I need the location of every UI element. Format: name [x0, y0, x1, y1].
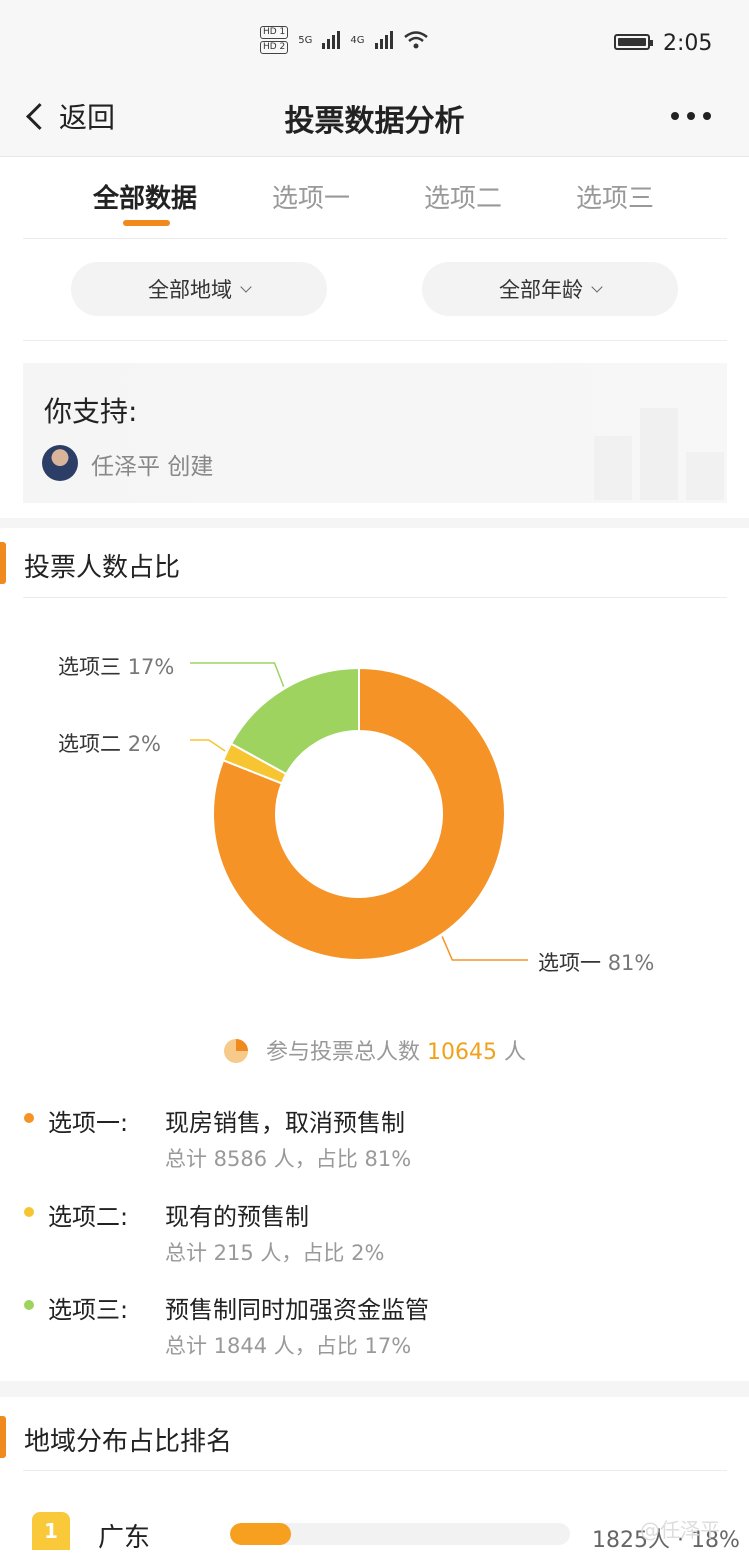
- poll-creator: 任泽平 创建: [91, 447, 213, 481]
- option-3-dot: [24, 1300, 34, 1310]
- creator-avatar: [42, 445, 78, 481]
- chart-label-option-1: 选项一 81%: [538, 947, 654, 977]
- chart-label-name: 选项一: [538, 951, 601, 975]
- total-prefix: 参与投票总人数: [265, 1040, 420, 1065]
- option-2-summary: 总计 215 人，占比 2%: [165, 1241, 385, 1265]
- divider: [23, 597, 727, 598]
- vote-share-title: 投票人数占比: [24, 553, 181, 583]
- chevron-down-icon: [591, 280, 603, 293]
- rank-region-name: 广东: [98, 1523, 151, 1553]
- section-marker: [0, 542, 6, 584]
- chart-label-option-2: 选项二 2%: [58, 728, 161, 758]
- region-filter-label: 全部地域: [148, 278, 232, 302]
- option-1-text: 现房销售，取消预售制: [165, 1109, 405, 1137]
- bar-decoration: [686, 452, 724, 500]
- wifi-icon: [403, 31, 428, 49]
- region-rank-title: 地域分布占比排名: [24, 1427, 233, 1457]
- chevron-down-icon: [240, 280, 252, 293]
- total-voters: 参与投票总人数 10645 人: [0, 1034, 749, 1066]
- tab-option-2[interactable]: 选项二: [424, 178, 502, 215]
- option-3-text: 预售制同时加强资金监管: [165, 1296, 429, 1324]
- creator-suffix: 创建: [167, 454, 214, 480]
- chart-label-name: 选项三: [58, 655, 121, 679]
- watermark: @任泽平: [640, 1518, 720, 1542]
- age-filter-dropdown[interactable]: 全部年龄: [422, 262, 678, 316]
- active-tab-indicator: [123, 220, 170, 226]
- dot: [687, 112, 695, 120]
- age-filter-label: 全部年龄: [499, 278, 583, 302]
- network-4g-label: 4G: [350, 34, 365, 46]
- chart-label-option-3: 选项三 17%: [58, 651, 174, 681]
- option-2-dot: [24, 1207, 34, 1217]
- pie-icon: [223, 1039, 248, 1063]
- creator-name: 任泽平: [91, 454, 160, 480]
- page-title: 投票数据分析: [284, 104, 465, 139]
- more-button[interactable]: [671, 112, 711, 120]
- option-3-summary: 总计 1844 人，占比 17%: [165, 1334, 412, 1358]
- chart-label-pct: 81%: [607, 951, 655, 975]
- dot: [703, 112, 711, 120]
- option-2-label: 选项二:: [48, 1203, 129, 1231]
- tab-option-1[interactable]: 选项一: [272, 178, 350, 215]
- chart-label-name: 选项二: [58, 732, 121, 756]
- chart-label-pct: 2%: [127, 732, 162, 756]
- bar-decoration: [594, 436, 632, 500]
- battery-icon: [614, 34, 653, 50]
- leader-line-2: [190, 739, 226, 752]
- bar-decoration: [640, 408, 678, 500]
- sim1-badge: HD 1: [260, 26, 289, 39]
- total-unit: 人: [504, 1040, 527, 1065]
- status-icons: HD 1 HD 2 5G 4G: [260, 26, 429, 54]
- clock: 2:05: [663, 31, 713, 56]
- rank-bar-track: [230, 1523, 570, 1545]
- rank-bar-fill: [230, 1523, 292, 1545]
- option-1-summary: 总计 8586 人，占比 81%: [165, 1147, 412, 1171]
- sim2-badge: HD 2: [260, 41, 289, 54]
- chart-label-pct: 17%: [127, 655, 175, 679]
- section-marker: [0, 1416, 6, 1458]
- option-3-label: 选项三:: [48, 1296, 129, 1324]
- region-filter-dropdown[interactable]: 全部地域: [71, 262, 327, 316]
- section-separator: [0, 518, 749, 528]
- signal-icon-2: [374, 31, 393, 49]
- network-5g-label: 5G: [298, 34, 313, 46]
- section-separator: [0, 1381, 749, 1397]
- more-horizontal-icon: [671, 112, 679, 120]
- signal-icon: [322, 31, 341, 49]
- divider: [23, 340, 727, 341]
- divider: [23, 1470, 727, 1471]
- option-1-dot: [24, 1113, 34, 1123]
- leader-line-3: [190, 662, 285, 687]
- option-1-label: 选项一:: [48, 1109, 129, 1137]
- tab-all-data[interactable]: 全部数据: [93, 178, 197, 215]
- tab-option-3[interactable]: 选项三: [576, 178, 654, 215]
- leader-line-1: [441, 936, 528, 961]
- option-2-text: 现有的预售制: [165, 1203, 309, 1231]
- divider: [23, 238, 727, 239]
- rank-badge: 1: [32, 1512, 70, 1550]
- total-count: 10645: [427, 1040, 497, 1065]
- poll-question: 你支持:: [44, 395, 138, 428]
